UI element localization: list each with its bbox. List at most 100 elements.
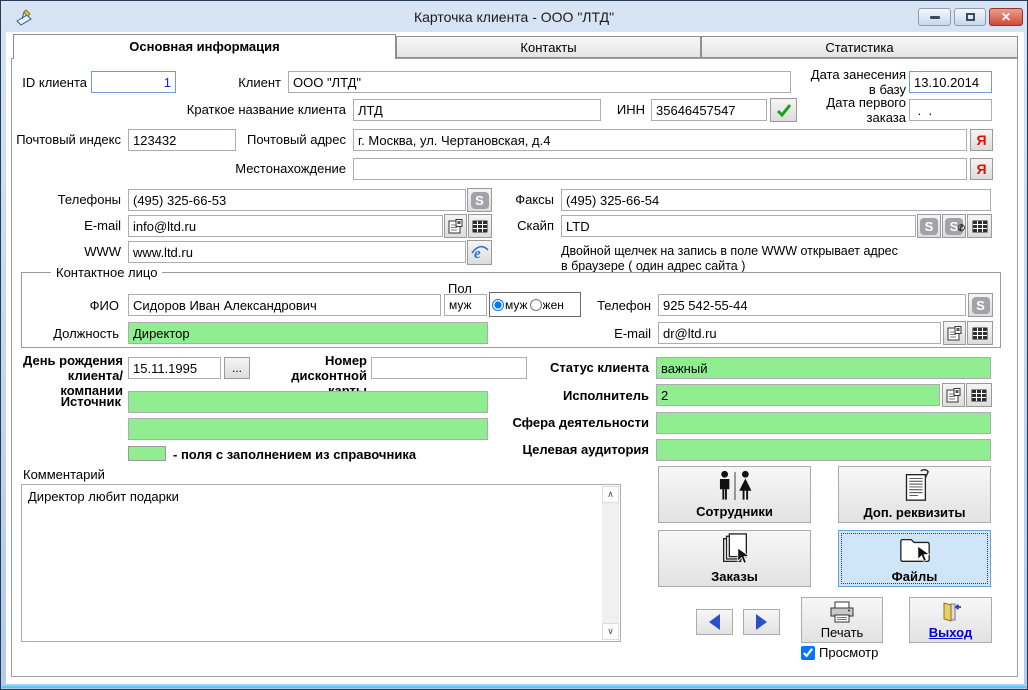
position-field[interactable]: [128, 322, 488, 344]
audience-label: Целевая аудитория: [501, 442, 649, 457]
client-card-window: Карточка клиента - ООО "ЛТД" ✕ Основная …: [0, 0, 1028, 690]
extra-details-button[interactable]: Доп. реквизиты: [838, 466, 991, 523]
orders-button[interactable]: Заказы: [658, 530, 811, 587]
skype-chat-button[interactable]: S: [917, 214, 941, 238]
skype-label: Скайп: [496, 218, 554, 233]
inn-field[interactable]: [651, 99, 767, 121]
mail-icon: [946, 388, 961, 403]
window-title: Карточка клиента - ООО "ЛТД": [1, 9, 1027, 25]
comment-scrollbar[interactable]: ∧ ∨: [602, 486, 619, 640]
gender-male-radio[interactable]: [492, 299, 504, 311]
table-icon: [972, 327, 988, 340]
gender-value-field[interactable]: [444, 294, 487, 316]
skype-icon: S: [920, 218, 938, 235]
skype-call-contact-button[interactable]: S: [968, 293, 993, 317]
tab-statistics[interactable]: Статистика: [701, 36, 1018, 58]
scroll-up-icon[interactable]: ∧: [602, 486, 619, 503]
prev-record-button[interactable]: [696, 609, 733, 635]
files-button[interactable]: Файлы: [838, 530, 991, 587]
reference-field-swatch: [128, 446, 166, 461]
open-browser-button[interactable]: e: [467, 240, 492, 265]
client-field[interactable]: [288, 71, 791, 93]
mail-icon: [947, 326, 962, 341]
yandex-map-address-button[interactable]: Я: [970, 129, 993, 151]
manager-list-button[interactable]: [966, 383, 992, 407]
skype-icon: S: [471, 192, 489, 209]
faxes-field[interactable]: [561, 189, 991, 211]
minimize-button[interactable]: [918, 8, 951, 26]
yandex-icon: Я: [976, 161, 986, 177]
first-order-label: Дата первого заказа: [796, 95, 906, 125]
print-button[interactable]: Печать: [801, 597, 883, 643]
close-icon: ✕: [1001, 10, 1011, 24]
manager-label: Исполнитель: [541, 388, 649, 403]
next-record-button[interactable]: [743, 609, 780, 635]
faxes-label: Факсы: [496, 192, 554, 207]
close-button[interactable]: ✕: [989, 8, 1023, 26]
first-order-field[interactable]: [909, 99, 992, 121]
status-field[interactable]: [656, 357, 991, 379]
contact-email-list-button[interactable]: [967, 321, 993, 345]
short-name-field[interactable]: [353, 99, 601, 121]
print-preview-checkbox[interactable]: Просмотр: [801, 645, 878, 660]
send-mail-contact-button[interactable]: [943, 321, 966, 345]
skype-call-button[interactable]: S✆: [942, 214, 966, 238]
postal-address-field[interactable]: [353, 129, 967, 151]
yandex-map-location-button[interactable]: Я: [970, 158, 993, 180]
manager-field[interactable]: [656, 384, 940, 406]
comment-text: Директор любит подарки: [28, 489, 596, 504]
email-list-button[interactable]: [468, 214, 492, 238]
id-client-label: ID клиента: [19, 75, 87, 90]
birthday-browse-button[interactable]: ...: [224, 357, 250, 379]
birthday-field[interactable]: [128, 357, 221, 379]
position-label: Должность: [41, 326, 119, 341]
pages-cursor-icon: [717, 533, 753, 567]
table-icon: [972, 220, 988, 233]
contact-email-label: E-mail: [593, 326, 651, 341]
skype-list-button[interactable]: [967, 214, 992, 238]
postal-index-label: Почтовый индекс: [5, 132, 121, 147]
gender-radio-group: муж жен: [489, 292, 581, 317]
send-mail-button[interactable]: [444, 214, 467, 238]
www-field[interactable]: [128, 241, 466, 263]
contact-email-field[interactable]: [658, 322, 941, 344]
inn-check-button[interactable]: [770, 98, 797, 122]
table-icon: [472, 220, 488, 233]
gender-female-option[interactable]: жен: [530, 298, 564, 312]
gender-female-radio[interactable]: [530, 299, 542, 311]
contact-phone-field[interactable]: [658, 294, 966, 316]
print-preview-checkbox-input[interactable]: [801, 646, 815, 660]
discount-card-field[interactable]: [371, 357, 527, 379]
email-field[interactable]: [128, 215, 443, 237]
date-added-field[interactable]: [909, 71, 992, 93]
phones-field[interactable]: [128, 189, 466, 211]
scroll-down-icon[interactable]: ∨: [602, 623, 619, 640]
fio-field[interactable]: [128, 294, 441, 316]
tab-contacts[interactable]: Контакты: [396, 36, 701, 58]
tab-main-info[interactable]: Основная информация: [13, 34, 396, 59]
maximize-button[interactable]: [954, 8, 986, 26]
audience-field[interactable]: [656, 439, 991, 461]
location-field[interactable]: [353, 158, 967, 180]
exit-button[interactable]: Выход: [909, 597, 992, 643]
source-field-1[interactable]: [128, 391, 488, 413]
postal-address-label: Почтовый адрес: [231, 132, 346, 147]
internet-explorer-icon: e: [471, 244, 489, 262]
id-client-field[interactable]: [91, 71, 176, 93]
gender-male-option[interactable]: муж: [492, 298, 528, 312]
source-field-2[interactable]: [128, 418, 488, 440]
folder-cursor-icon: [896, 533, 934, 567]
maximize-icon: [966, 13, 975, 21]
status-label: Статус клиента: [541, 360, 649, 375]
www-hint-text: Двойной щелчек на запись в поле WWW откр…: [561, 244, 898, 274]
industry-field[interactable]: [656, 412, 991, 434]
table-icon: [971, 389, 987, 402]
arrow-right-icon: [756, 614, 767, 630]
comment-textarea[interactable]: Директор любит подарки ∧ ∨: [21, 484, 621, 642]
skype-field[interactable]: [561, 215, 916, 237]
employees-button[interactable]: Сотрудники: [658, 466, 811, 523]
send-mail-manager-button[interactable]: [942, 383, 965, 407]
skype-call-phones-button[interactable]: S: [467, 188, 492, 212]
postal-index-field[interactable]: [128, 129, 236, 151]
arrow-left-icon: [709, 614, 720, 630]
